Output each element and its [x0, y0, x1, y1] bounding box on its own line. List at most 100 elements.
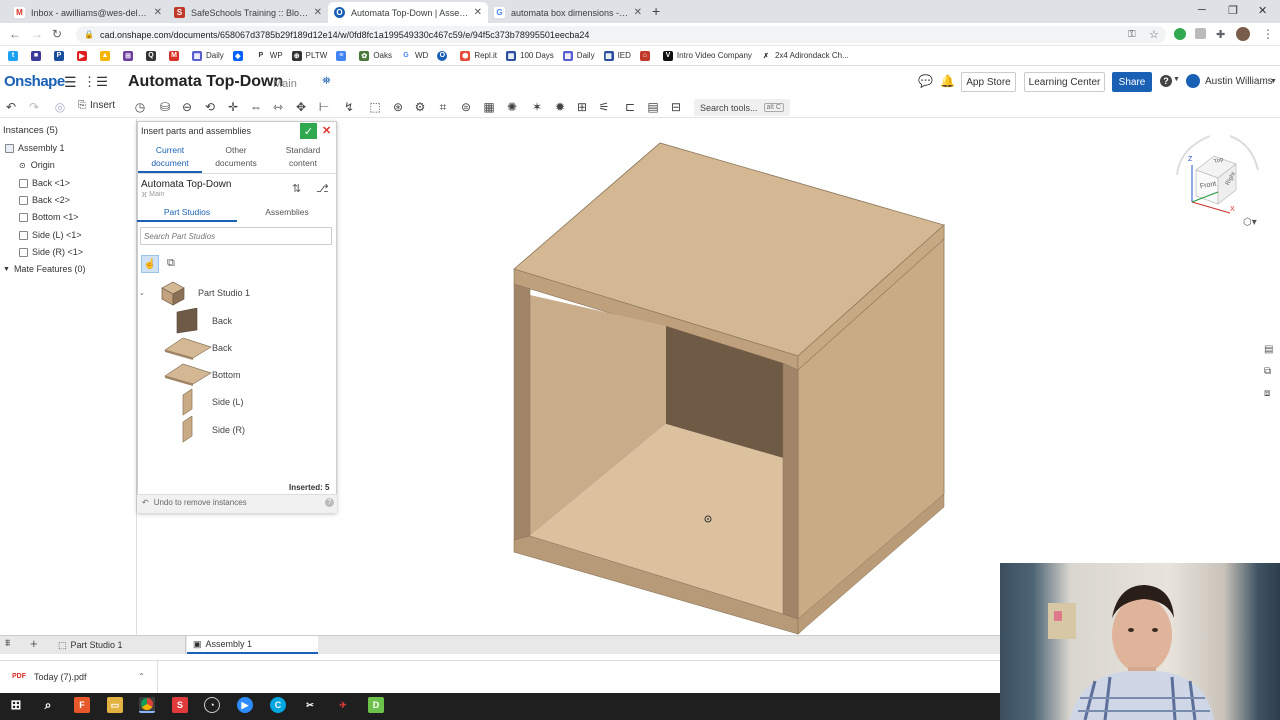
tab-standard-content[interactable]: Standard content — [271, 144, 335, 170]
configurations-icon[interactable]: ⵗ — [104, 74, 108, 90]
replicate-icon[interactable]: ⛁ — [158, 100, 172, 114]
tab-google[interactable]: G automata box dimensions - Goo ✕ — [488, 2, 648, 23]
search-part-studios-input[interactable] — [140, 227, 332, 245]
close-icon[interactable]: ✕ — [474, 7, 482, 18]
close-window-icon[interactable]: ✕ — [1258, 4, 1267, 17]
instance-bottom[interactable]: Bottom <1> — [19, 212, 79, 222]
app-icon[interactable]: F — [74, 697, 90, 713]
bom-icon[interactable]: ▤ — [646, 100, 660, 114]
document-title[interactable]: Automata Top-Down — [128, 73, 283, 91]
exploded-view-icon[interactable]: ⊟ — [669, 100, 683, 114]
instance-back-1[interactable]: Back <1> — [19, 178, 70, 188]
bookmark-wd[interactable]: G WD — [400, 50, 428, 61]
snip-icon[interactable]: ✂ — [302, 697, 318, 713]
comments-icon[interactable]: 💬 — [918, 74, 933, 88]
user-name[interactable]: Austin Williams — [1205, 76, 1273, 87]
parallel-mate-icon[interactable]: ⊢ — [317, 100, 331, 114]
graphics-viewport[interactable] — [337, 119, 1280, 635]
close-icon[interactable]: ✕ — [634, 7, 642, 18]
cancel-button[interactable]: ✕ — [322, 124, 331, 137]
menu-icon[interactable]: ⋮ — [1262, 27, 1274, 41]
redo-icon[interactable]: ↷ — [27, 100, 41, 114]
screw-relation-icon[interactable]: ⊜ — [459, 100, 473, 114]
bookmark-icon[interactable]: ≡ — [336, 50, 350, 61]
part-studio-label[interactable]: Part Studio 1 — [198, 288, 250, 298]
puzzle-icon[interactable]: ✚ — [1216, 28, 1225, 41]
close-icon[interactable]: ✕ — [154, 7, 162, 18]
insert-button[interactable]: ⎘ Insert — [78, 100, 115, 111]
avatar[interactable] — [1236, 27, 1250, 41]
planar-mate-icon[interactable]: ✥ — [294, 100, 308, 114]
instance-assembly[interactable]: Assembly 1 — [5, 143, 65, 153]
versions-icon[interactable]: ⛯ — [322, 75, 331, 88]
gear-relation-icon[interactable]: ⚙ — [413, 100, 427, 114]
insert-options-icon[interactable]: ⇅ — [292, 182, 301, 195]
confirm-button[interactable]: ✓ — [300, 123, 317, 139]
subtab-assemblies[interactable]: Assemblies — [237, 207, 337, 217]
new-tab-button[interactable]: + — [652, 3, 660, 19]
bookmark-intro-video[interactable]: V Intro Video Company — [662, 50, 752, 61]
notifications-icon[interactable]: 🔔 — [940, 74, 955, 88]
display-states-icon[interactable]: ⊏ — [623, 100, 637, 114]
instance-origin[interactable]: ⊙ Origin — [19, 160, 55, 170]
part-back-1[interactable]: Back — [212, 316, 232, 326]
branch-switch-icon[interactable]: ⎇ — [316, 182, 329, 195]
rack-pinion-icon[interactable]: ⌗ — [436, 100, 450, 114]
subtab-part-studios[interactable]: Part Studios — [137, 207, 237, 217]
forward-icon[interactable]: → — [31, 27, 43, 41]
tab-manager-icon[interactable]: ⩩ — [5, 638, 10, 649]
tab-current-document[interactable]: Current document — [138, 144, 202, 170]
bookmark-icon[interactable]: ⌂ — [639, 50, 654, 61]
chevron-down-icon[interactable]: ▼ — [1173, 76, 1180, 83]
back-icon[interactable]: ← — [9, 27, 21, 41]
zoom-icon[interactable]: ▶ — [237, 697, 253, 713]
help-icon[interactable]: ? — [325, 498, 334, 507]
youtube-icon[interactable]: ▶ — [77, 50, 91, 61]
instance-back-2[interactable]: Back <2> — [19, 195, 70, 205]
named-views-icon[interactable]: ⚟ — [597, 100, 611, 114]
bookmark-icon[interactable]: ■ — [31, 50, 45, 61]
tab-gmail[interactable]: M Inbox - awilliams@wes-del.org - ✕ — [8, 2, 168, 23]
cylindrical-mate-icon[interactable]: ⇔ — [249, 100, 263, 114]
revolute-mate-icon[interactable]: ⟲ — [203, 100, 217, 114]
learning-center-button[interactable]: Learning Center — [1024, 72, 1105, 92]
chrome-icon[interactable] — [139, 697, 155, 713]
group-icon[interactable]: ⬚ — [368, 100, 382, 114]
undo-icon[interactable]: ↶ — [4, 100, 18, 114]
bookmark-icon[interactable]: P — [54, 50, 68, 61]
bookmark-pltw[interactable]: ⊕ PLTW — [291, 50, 327, 61]
clock-icon[interactable]: ◷ — [133, 100, 147, 114]
app-icon[interactable]: ✈ — [335, 697, 351, 713]
bookmark-replit[interactable]: ⬢ Repl.it — [460, 50, 497, 61]
chevron-up-icon[interactable]: ⌃ — [138, 672, 145, 681]
fastened-mate-icon[interactable]: ⊖ — [180, 100, 194, 114]
mate-connector-icon[interactable]: ⊛ — [391, 100, 405, 114]
add-tab-icon[interactable]: + — [30, 636, 38, 651]
gmail-icon[interactable]: M — [169, 50, 183, 61]
filter-composite-icon[interactable]: ⧉ — [167, 257, 175, 270]
app-icon[interactable]: S — [172, 697, 188, 713]
star-icon[interactable]: ☆ — [1149, 28, 1159, 41]
onshape-icon[interactable]: O — [437, 50, 451, 61]
part-bottom[interactable]: Bottom — [212, 370, 241, 380]
view-options-icon[interactable]: ⬡▾ — [1243, 217, 1257, 228]
part-back-2[interactable]: Back — [212, 343, 232, 353]
windows-start-icon[interactable]: ⊞ — [8, 697, 24, 713]
view-cube[interactable]: Top Front Right Z X — [1172, 130, 1262, 220]
regen-icon[interactable]: ◎ — [53, 100, 67, 114]
bookmark-ied[interactable]: ▦ IED — [603, 50, 631, 61]
dropbox-icon[interactable]: ◆ — [232, 50, 247, 61]
tab-other-documents[interactable]: Other documents — [204, 144, 268, 170]
measure-icon[interactable]: ✹ — [553, 100, 567, 114]
bookmark-oaks[interactable]: ✿ Oaks — [359, 50, 392, 61]
tab-assembly[interactable]: ▣ Assembly 1 — [187, 636, 318, 654]
search-icon[interactable]: ⌕ — [40, 697, 56, 713]
restore-icon[interactable]: ❐ — [1228, 4, 1238, 17]
help-icon[interactable]: ? — [1160, 75, 1172, 87]
search-tools-input[interactable]: Search tools... alt C — [694, 99, 790, 116]
mate-features[interactable]: ▼ Mate Features (0) — [3, 264, 85, 274]
app-icon[interactable]: ◔ — [204, 697, 220, 713]
instance-side-r[interactable]: Side (R) <1> — [19, 247, 83, 257]
pin-slot-mate-icon[interactable]: ⇿ — [271, 100, 285, 114]
drive-icon[interactable]: ▲ — [100, 50, 114, 61]
